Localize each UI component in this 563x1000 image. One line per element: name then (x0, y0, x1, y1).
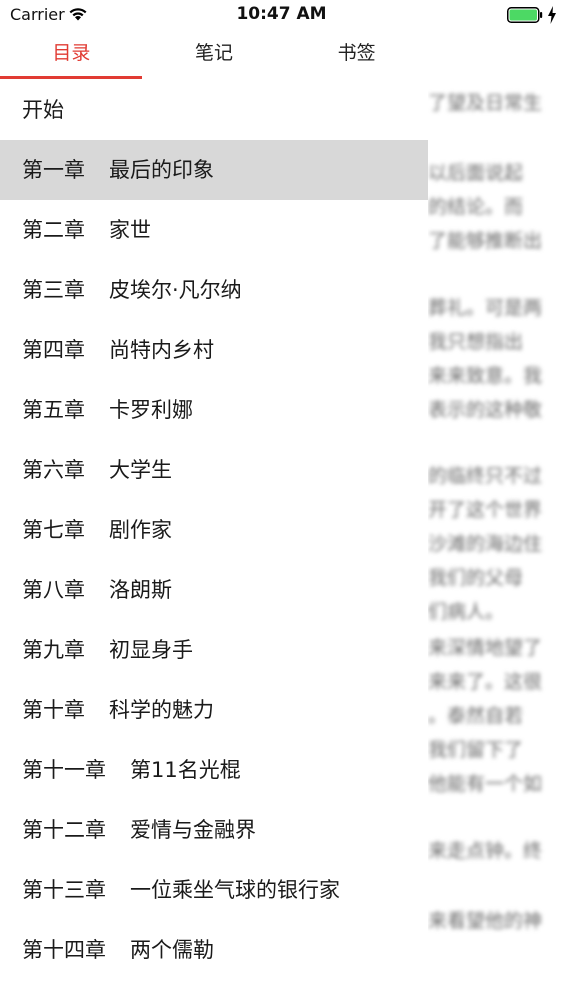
reader-text-line: 沙滩的海边住 (428, 533, 543, 555)
clock-time: 10:47 AM (236, 4, 327, 24)
reader-text-line: 他能有一个如 (428, 773, 543, 795)
chapter-title: 两个儒勒 (130, 938, 214, 962)
chapter-number: 第四章 (22, 338, 85, 362)
toc-start-label: 开始 (22, 98, 64, 122)
toc-chapter-item[interactable]: 第十一章 第11名光棍 (0, 740, 428, 800)
chapter-number: 第十三章 (22, 878, 106, 902)
chapter-number: 第八章 (22, 578, 85, 602)
toc-chapter-list: 第一章 最后的印象 第二章 家世 第三章 皮埃尔·凡尔纳 第四章 尚特内乡村 第五章 卡罗利娜 第六… (0, 140, 428, 980)
chapter-title: 爱情与金融界 (130, 818, 256, 842)
chapter-number: 第十四章 (22, 938, 106, 962)
chapter-number: 第三章 (22, 278, 85, 302)
tab-notes[interactable]: 笔记 (143, 30, 286, 80)
chapter-title: 家世 (109, 218, 151, 242)
toc-chapter-item[interactable]: 第七章 剧作家 (0, 500, 428, 560)
toc-chapter-item[interactable]: 第六章 大学生 (0, 440, 428, 500)
chapter-number: 第十章 (22, 698, 85, 722)
reader-text-line: 来看望他的神 (428, 910, 543, 932)
toc-item-start[interactable]: 开始 (0, 80, 428, 140)
toc-list: 开始 (0, 80, 428, 140)
chapter-number: 第十二章 (22, 818, 106, 842)
reader-text-line: 来深情地望了 (428, 637, 543, 659)
reader-text-line: 我只想指出 (428, 331, 524, 353)
chapter-number: 第九章 (22, 638, 85, 662)
reader-text-line: 来来致意。我 (428, 365, 543, 387)
battery-icon (507, 7, 543, 23)
chapter-number: 第一章 (22, 158, 85, 182)
reader-text-line: 开了这个世界 (428, 499, 543, 521)
chapter-title: 卡罗利娜 (109, 398, 193, 422)
active-tab-indicator (0, 76, 142, 79)
reader-text-line: 表示的这种敬 (428, 399, 543, 421)
charging-bolt-icon (548, 6, 556, 24)
toc-chapter-item[interactable]: 第十二章 爱情与金融界 (0, 800, 428, 860)
chapter-title: 最后的印象 (109, 158, 214, 182)
toc-chapter-item[interactable]: 第八章 洛朗斯 (0, 560, 428, 620)
chapter-title: 第11名光棍 (130, 758, 241, 782)
reader-text-line: 的结论。而 (428, 196, 524, 218)
drawer-tabs: 目录 笔记 书签 (0, 30, 428, 80)
chapter-number: 第十一章 (22, 758, 106, 782)
reader-page-background[interactable]: 了望及日常生 以后面说起的结论。而了能够推断出 葬礼。可是两 我只想指出来来致意。我表… (420, 0, 563, 1000)
toc-chapter-item[interactable]: 第十三章 一位乘坐气球的银行家 (0, 860, 428, 920)
reader-text-line: 了望及日常生 (428, 92, 543, 114)
toc-chapter-item[interactable]: 第九章 初显身手 (0, 620, 428, 680)
chapter-title: 大学生 (109, 458, 172, 482)
reader-text-line: 们病人。 (428, 601, 505, 623)
chapter-title: 剧作家 (109, 518, 172, 542)
toc-chapter-item[interactable]: 第三章 皮埃尔·凡尔纳 (0, 260, 428, 320)
chapter-title: 洛朗斯 (109, 578, 172, 602)
toc-chapter-item[interactable]: 第十章 科学的魅力 (0, 680, 428, 740)
reader-text-line: 我们的父母 (428, 567, 524, 589)
reader-text-line: 了能够推断出 (428, 230, 543, 252)
toc-chapter-item[interactable]: 第四章 尚特内乡村 (0, 320, 428, 380)
tab-bookmarks[interactable]: 书签 (285, 30, 428, 80)
toc-chapter-item[interactable]: 第五章 卡罗利娜 (0, 380, 428, 440)
toc-chapter-item[interactable]: 第一章 最后的印象 (0, 140, 428, 200)
chapter-title: 皮埃尔·凡尔纳 (109, 278, 242, 302)
reader-text-line: 来走点钟。终 (428, 840, 543, 862)
tab-contents[interactable]: 目录 (0, 30, 143, 80)
status-bar: Carrier 10:47 AM (0, 0, 563, 30)
toc-chapter-item[interactable]: 第二章 家世 (0, 200, 428, 260)
toc-chapter-item[interactable]: 第十四章 两个儒勒 (0, 920, 428, 980)
reader-text-line: 的临终只不过 (428, 465, 543, 487)
chapter-number: 第七章 (22, 518, 85, 542)
reader-text-line: 葬礼。可是两 (428, 297, 543, 319)
reader-text-line: 以后面说起 (428, 162, 524, 184)
chapter-title: 初显身手 (109, 638, 193, 662)
reader-text-line: 来来了。这很 (428, 671, 543, 693)
chapter-title: 一位乘坐气球的银行家 (130, 878, 340, 902)
chapter-number: 第二章 (22, 218, 85, 242)
reader-text-line: 我们留下了 (428, 739, 524, 761)
reader-text-line: 。泰然自若 (428, 705, 524, 727)
chapter-title: 科学的魅力 (109, 698, 214, 722)
chapter-number: 第五章 (22, 398, 85, 422)
chapter-number: 第六章 (22, 458, 85, 482)
toc-drawer: 目录 笔记 书签 开始 第一章 最后的印象 第二章 家世 第三章 皮埃尔·凡尔纳 第四章 尚特… (0, 30, 428, 1000)
chapter-title: 尚特内乡村 (109, 338, 214, 362)
